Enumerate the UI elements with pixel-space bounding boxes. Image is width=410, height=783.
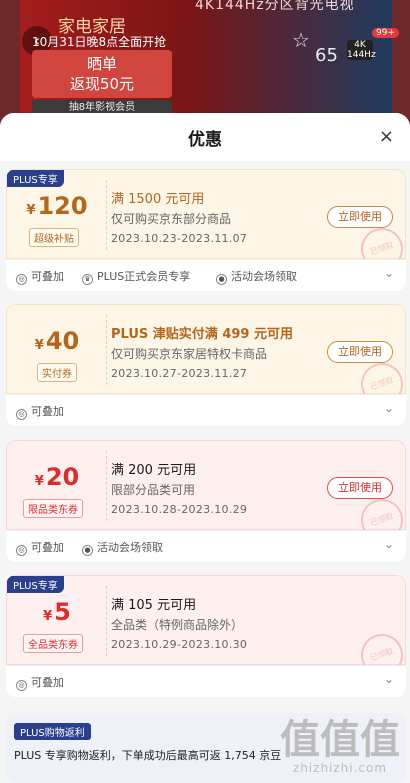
coupon-type-tag: 超级补贴 (29, 228, 79, 247)
chevron-down-icon[interactable]: ⌄ (384, 537, 394, 551)
coupon-scope: 仅可购买京东家居特权卡商品 (111, 347, 268, 361)
coupon-amount-value: 20 (45, 463, 80, 491)
background-top-text: 4K144Hz分区背光电视 (195, 0, 355, 13)
coupon-features[interactable]: ◎ 可叠加 ⌄ (6, 394, 406, 426)
feature-label: PLUS正式会员专享 (97, 270, 191, 283)
tv-spec-label: 4K 144Hz (347, 40, 376, 60)
coupon-amount: ¥40 (7, 327, 107, 355)
use-now-button[interactable]: 立即使用 (327, 477, 393, 499)
plus-return-text: PLUS 专享购物返利，下单成功后最高可返 1,754 京豆 (14, 749, 282, 762)
banner-card-line2: 返现50元 (69, 75, 135, 93)
watermark-logo: 值值值 (280, 717, 400, 763)
coupon-amount: ¥5 (7, 598, 107, 626)
feature-label: 可叠加 (31, 541, 64, 554)
cart-count-badge: 99+ (372, 28, 399, 38)
feature-label: 活动会场领取 (231, 270, 297, 283)
currency-symbol: ¥ (26, 203, 36, 218)
watermark-domain: zhizhizhi.com (292, 761, 388, 775)
coupon-card: ¥20 限品类东券 满 200 元可用 限部分品类可用 2023.10.28-2… (6, 440, 406, 562)
coupon-dates: 2023.10.27-2023.11.27 (111, 367, 248, 380)
feature-label: 可叠加 (31, 405, 64, 418)
chevron-down-icon[interactable]: ⌄ (384, 672, 394, 686)
venue-icon: ● (82, 545, 93, 556)
feature-stackable: ◎ 可叠加 (16, 674, 64, 691)
coupon-amount: ¥120 (7, 192, 107, 220)
plus-return-tag: PLUS购物返利 (14, 723, 91, 740)
chevron-down-icon[interactable]: ⌄ (384, 266, 394, 280)
plus-exclusive-tag: PLUS专享 (7, 170, 64, 187)
use-now-button[interactable]: 立即使用 (327, 206, 393, 228)
sheet-title: 优惠 (188, 130, 222, 150)
feature-stackable: ◎ 可叠加 (16, 268, 64, 285)
sheet-header: 优惠 × (0, 113, 410, 161)
coupon-dates: 2023.10.29-2023.10.30 (111, 638, 248, 651)
coupon-body: ¥20 限品类东券 满 200 元可用 限部分品类可用 2023.10.28-2… (6, 440, 406, 547)
stack-icon: ◎ (16, 680, 27, 691)
coupon-condition: 满 105 元可用 (111, 598, 197, 613)
coupon-scope: 全品类（特例商品除外） (111, 618, 244, 632)
coupon-amount: ¥20 (7, 463, 107, 491)
coupon-condition: 满 200 元可用 (111, 463, 197, 478)
star-icon: ☆ (292, 28, 310, 52)
coupon-type-tag: 实付券 (37, 363, 77, 382)
chevron-down-icon[interactable]: ⌄ (384, 401, 394, 415)
coupon-amount-value: 40 (45, 327, 80, 355)
tv-size-label: 65 (315, 45, 338, 66)
stack-icon: ◎ (16, 545, 27, 556)
currency-symbol: ¥ (34, 474, 44, 489)
banner-subtitle: 10月31日晚8点全面开抢 (32, 35, 167, 49)
coupon-card: ¥120 超级补贴 PLUS专享 满 1500 元可用 仅可购买京东部分商品 2… (6, 169, 406, 291)
coupon-features[interactable]: ◎ 可叠加 ● 活动会场领取 ⌄ (6, 530, 406, 562)
feature-label: 可叠加 (31, 270, 64, 283)
discount-sheet: 优惠 × ¥120 超级补贴 PLUS专享 满 1500 元可用 仅可购买京东部… (0, 113, 410, 783)
background-product-page: 4K144Hz分区背光电视 ‹ 家电家居 10月31日晚8点全面开抢 晒单 返现… (0, 0, 410, 130)
coupon-divider (106, 451, 107, 521)
use-now-button[interactable]: 立即使用 (327, 341, 393, 363)
banner-cashback-card: 晒单 返现50元 (32, 50, 172, 98)
feature-stackable: ◎ 可叠加 (16, 539, 64, 556)
coupon-divider (106, 180, 107, 250)
coupon-amount-value: 120 (37, 192, 88, 220)
coupon-body: ¥40 实付券 PLUS 津贴实付满 499 元可用 仅可购买京东家居特权卡商品… (6, 304, 406, 411)
coupon-type-tag: 全品类东券 (23, 634, 83, 653)
plus-exclusive-tag: PLUS专享 (7, 576, 64, 593)
coupon-divider (106, 315, 107, 385)
coupon-condition: 满 1500 元可用 (111, 192, 205, 207)
feature-label: 可叠加 (31, 676, 64, 689)
coupon-card: ¥40 实付券 PLUS 津贴实付满 499 元可用 仅可购买京东家居特权卡商品… (6, 304, 406, 426)
crown-icon: ♛ (82, 274, 93, 285)
coupon-amount-box: ¥40 实付券 (7, 305, 107, 395)
coupon-scope: 仅可购买京东部分商品 (111, 212, 232, 226)
feature-venue: ● 活动会场领取 (82, 539, 163, 556)
tv-res-label: 4K (354, 40, 366, 50)
banner-card-line1: 晒单 (86, 55, 117, 73)
coupon-amount-value: 5 (54, 598, 71, 626)
feature-venue: ● 活动会场领取 (216, 268, 297, 285)
coupon-body: ¥5 全品类东券 PLUS专享 满 105 元可用 全品类（特例商品除外） 20… (6, 575, 406, 682)
coupon-body: ¥120 超级补贴 PLUS专享 满 1500 元可用 仅可购买京东部分商品 2… (6, 169, 406, 276)
coupon-dates: 2023.10.23-2023.11.07 (111, 232, 248, 245)
venue-icon: ● (216, 274, 227, 285)
coupon-features[interactable]: ◎ 可叠加 ⌄ (6, 665, 406, 697)
close-icon[interactable]: × (379, 126, 394, 147)
coupon-condition: PLUS 津贴实付满 499 元可用 (111, 327, 293, 342)
site-watermark: 值值值 zhizhizhi.com (280, 719, 400, 775)
stack-icon: ◎ (16, 409, 27, 420)
currency-symbol: ¥ (43, 609, 53, 624)
coupon-divider (106, 586, 107, 656)
feature-label: 活动会场领取 (97, 541, 163, 554)
tv-hz-label: 144Hz (347, 50, 376, 60)
coupon-dates: 2023.10.28-2023.10.29 (111, 503, 248, 516)
stack-icon: ◎ (16, 274, 27, 285)
coupon-amount-box: ¥20 限品类东券 (7, 441, 107, 531)
feature-stackable: ◎ 可叠加 (16, 403, 64, 420)
coupon-card: ¥5 全品类东券 PLUS专享 满 105 元可用 全品类（特例商品除外） 20… (6, 575, 406, 697)
currency-symbol: ¥ (34, 338, 44, 353)
coupon-features[interactable]: ◎ 可叠加 ♛ PLUS正式会员专享 ● 活动会场领取 ⌄ (6, 259, 406, 291)
coupon-scope: 限部分品类可用 (111, 483, 196, 497)
coupon-type-tag: 限品类东券 (23, 499, 83, 518)
feature-plus-member: ♛ PLUS正式会员专享 (82, 268, 190, 285)
